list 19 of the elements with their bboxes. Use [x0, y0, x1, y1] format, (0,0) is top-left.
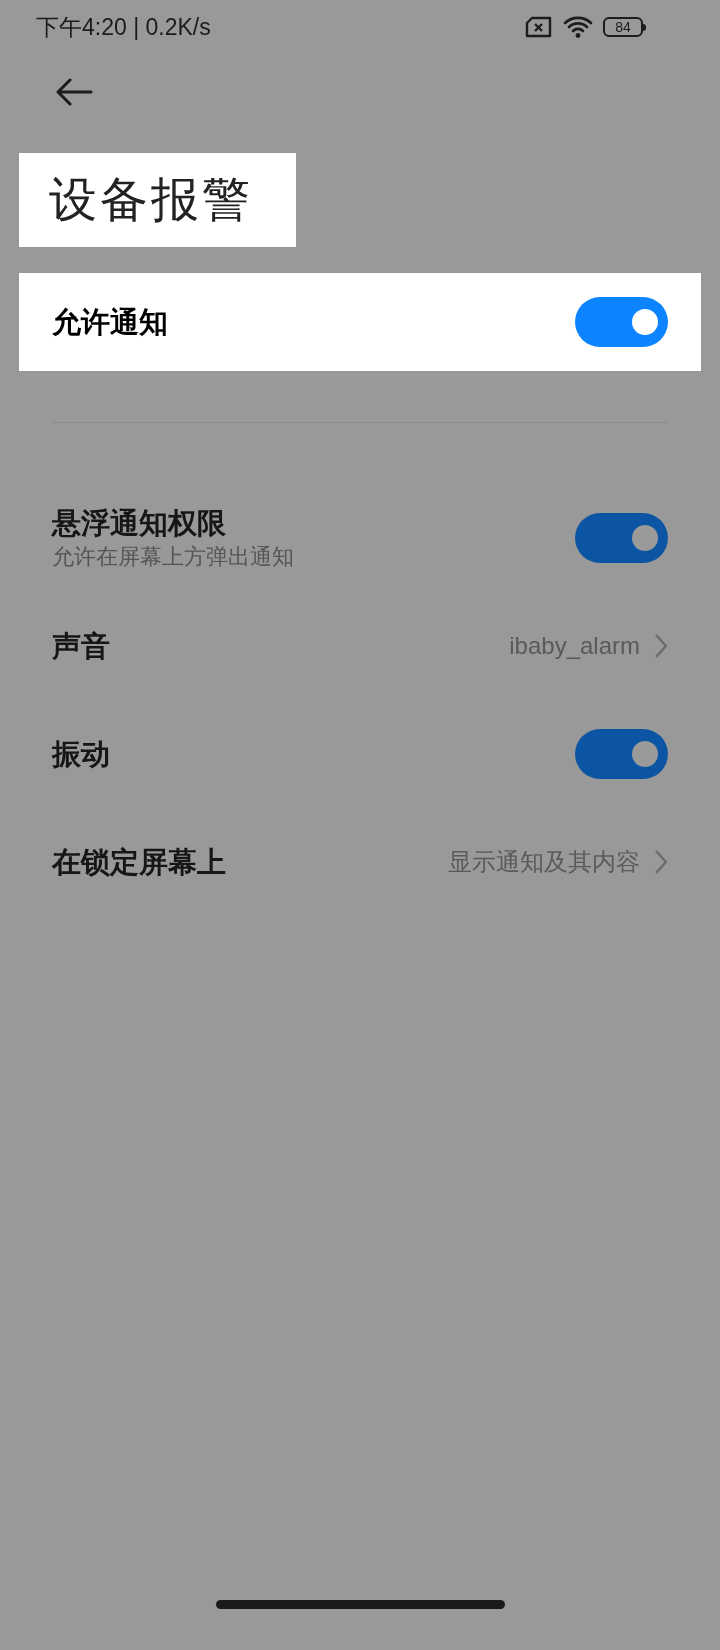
- setting-value[interactable]: ibaby_alarm: [509, 628, 640, 664]
- toggle-switch[interactable]: [575, 513, 668, 563]
- chevron-right-icon: [654, 849, 668, 875]
- wifi-icon: [563, 15, 593, 39]
- page-title: 设备报警: [19, 153, 296, 247]
- setting-label: 在锁定屏幕上: [52, 845, 226, 880]
- setting-value[interactable]: 显示通知及其内容: [448, 844, 640, 880]
- setting-label: 悬浮通知权限: [52, 506, 227, 541]
- setting-label: 声音: [52, 629, 110, 664]
- status-time: 下午4:20 | 0.2K/s: [36, 12, 211, 42]
- back-arrow-icon[interactable]: [55, 78, 93, 106]
- setting-label: 允许通知: [52, 305, 168, 340]
- setting-description: 允许在屏幕上方弹出通知: [52, 543, 294, 571]
- setting-label: 振动: [52, 737, 110, 772]
- toggle-switch[interactable]: [575, 297, 668, 347]
- chevron-right-icon: [654, 633, 668, 659]
- toggle-switch[interactable]: [575, 729, 668, 779]
- battery-icon: 84: [603, 17, 646, 37]
- sim-error-icon: [525, 16, 553, 38]
